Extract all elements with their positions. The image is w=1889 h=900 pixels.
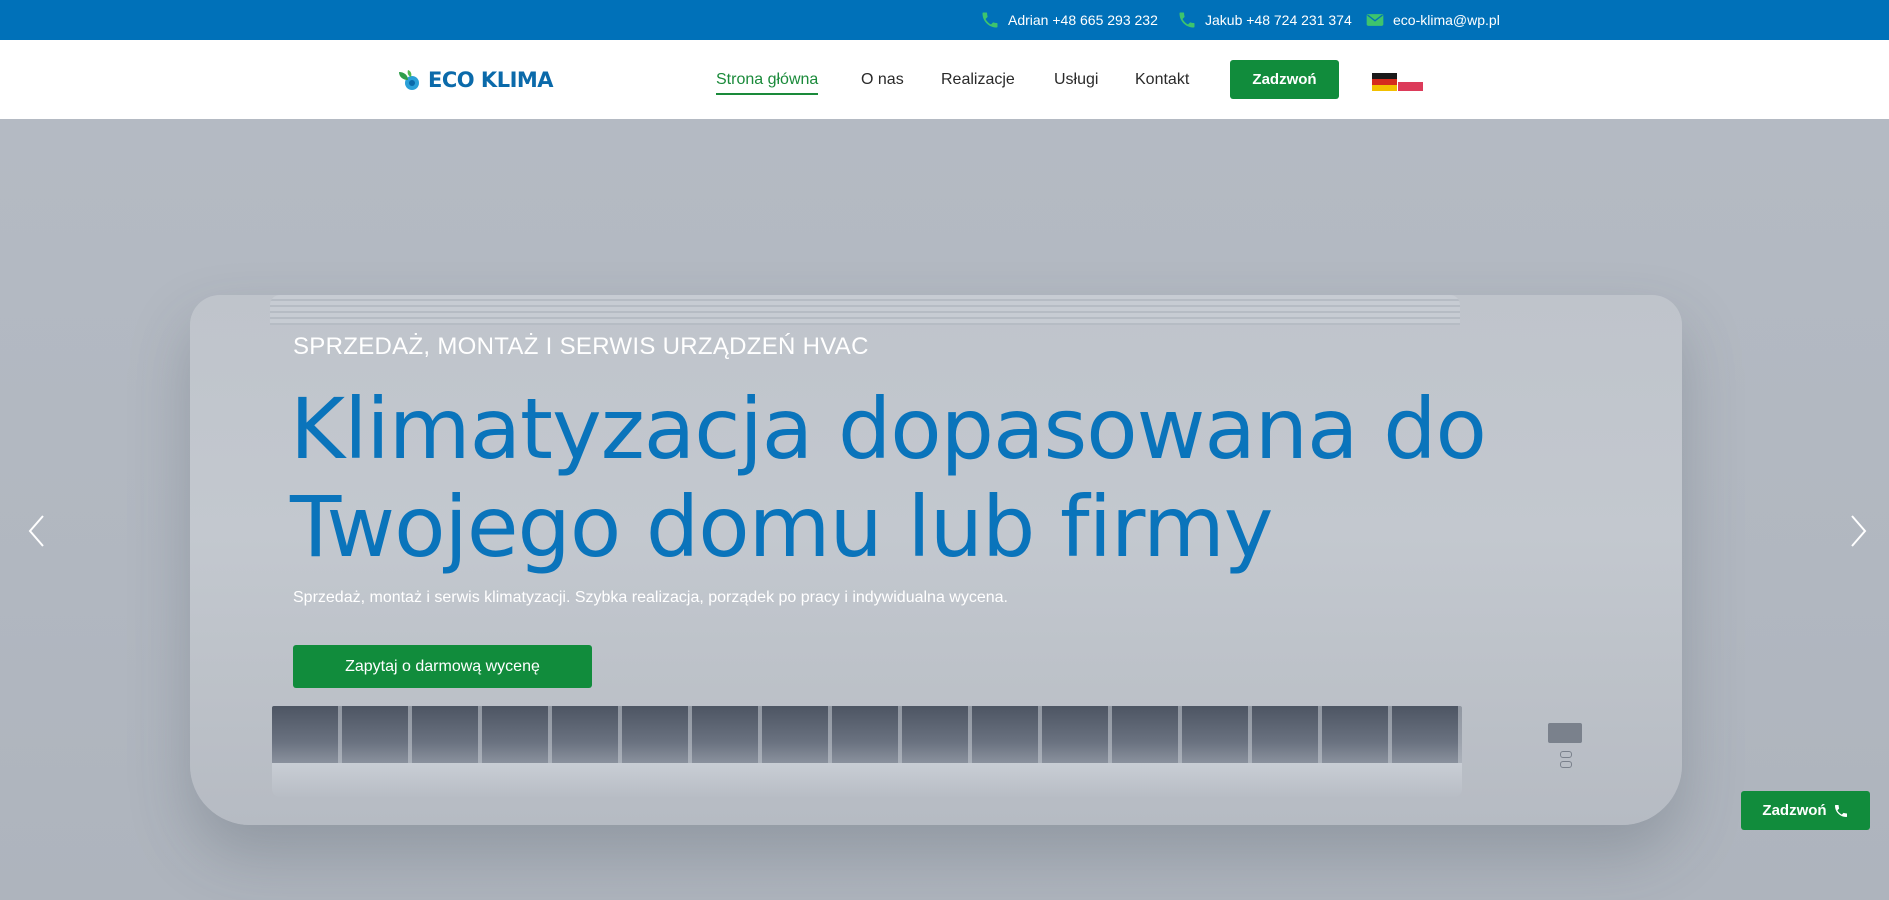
floating-call-button[interactable]: Zadzwoń [1741, 791, 1870, 830]
nav-contact[interactable]: Kontakt [1135, 69, 1189, 91]
ac-display [1548, 723, 1582, 743]
chevron-left-icon [28, 515, 44, 547]
phone-icon [1834, 804, 1847, 817]
hero-headline: Klimatyzacja dopasowana do Twojego domu … [290, 380, 1590, 576]
logo[interactable]: ECO KLIMA [396, 62, 554, 98]
contact-email[interactable]: eco-klima@wp.pl [1365, 0, 1500, 40]
nav-about[interactable]: O nas [861, 69, 904, 91]
ac-indicator [1560, 751, 1572, 758]
ac-vent [272, 706, 1462, 766]
phone-icon [1179, 12, 1195, 28]
hero-description: Sprzedaż, montaż i serwis klimatyzacji. … [293, 589, 1008, 606]
contact-label: Jakub +48 724 231 374 [1205, 12, 1352, 28]
contact-jakub[interactable]: Jakub +48 724 231 374 [1177, 0, 1352, 40]
nav-services[interactable]: Usługi [1054, 69, 1098, 91]
logo-text: ECO KLIMA [428, 68, 554, 92]
ac-flap [272, 763, 1462, 797]
slider-next-button[interactable] [1843, 511, 1873, 551]
floating-call-label: Zadzwoń [1762, 802, 1827, 819]
ac-indicator [1560, 761, 1572, 768]
hero-subtitle: SPRZEDAŻ, MONTAŻ I SERWIS URZĄDZEŃ HVAC [293, 333, 869, 360]
call-button[interactable]: Zadzwoń [1230, 60, 1339, 99]
nav-home[interactable]: Strona główna [716, 69, 819, 95]
hero-headline-line: Twojego domu lub firmy [290, 478, 1274, 576]
contact-label: eco-klima@wp.pl [1393, 12, 1500, 28]
ac-top-grille [270, 295, 1460, 325]
contact-label: Adrian +48 665 293 232 [1008, 12, 1158, 28]
site-header: ECO KLIMA Strona główna O nas Realizacje… [0, 40, 1889, 119]
slider-prev-button[interactable] [22, 511, 52, 551]
hero-slider: SPRZEDAŻ, MONTAŻ I SERWIS URZĄDZEŃ HVAC … [0, 119, 1889, 900]
ac-vent-slats [272, 706, 1462, 766]
flag-pl-icon[interactable] [1398, 73, 1423, 91]
flag-de-icon[interactable] [1372, 73, 1397, 91]
leaf-logo-icon [399, 70, 419, 90]
nav-projects[interactable]: Realizacje [941, 69, 1015, 91]
free-quote-button[interactable]: Zapytaj o darmową wycenę [293, 645, 592, 688]
top-contact-bar: Adrian +48 665 293 232 Jakub +48 724 231… [0, 0, 1889, 40]
phone-icon [982, 12, 998, 28]
contact-adrian[interactable]: Adrian +48 665 293 232 [980, 0, 1158, 40]
envelope-icon [1366, 14, 1384, 26]
chevron-right-icon [1851, 515, 1867, 547]
hero-headline-line: Klimatyzacja dopasowana do [290, 380, 1487, 478]
